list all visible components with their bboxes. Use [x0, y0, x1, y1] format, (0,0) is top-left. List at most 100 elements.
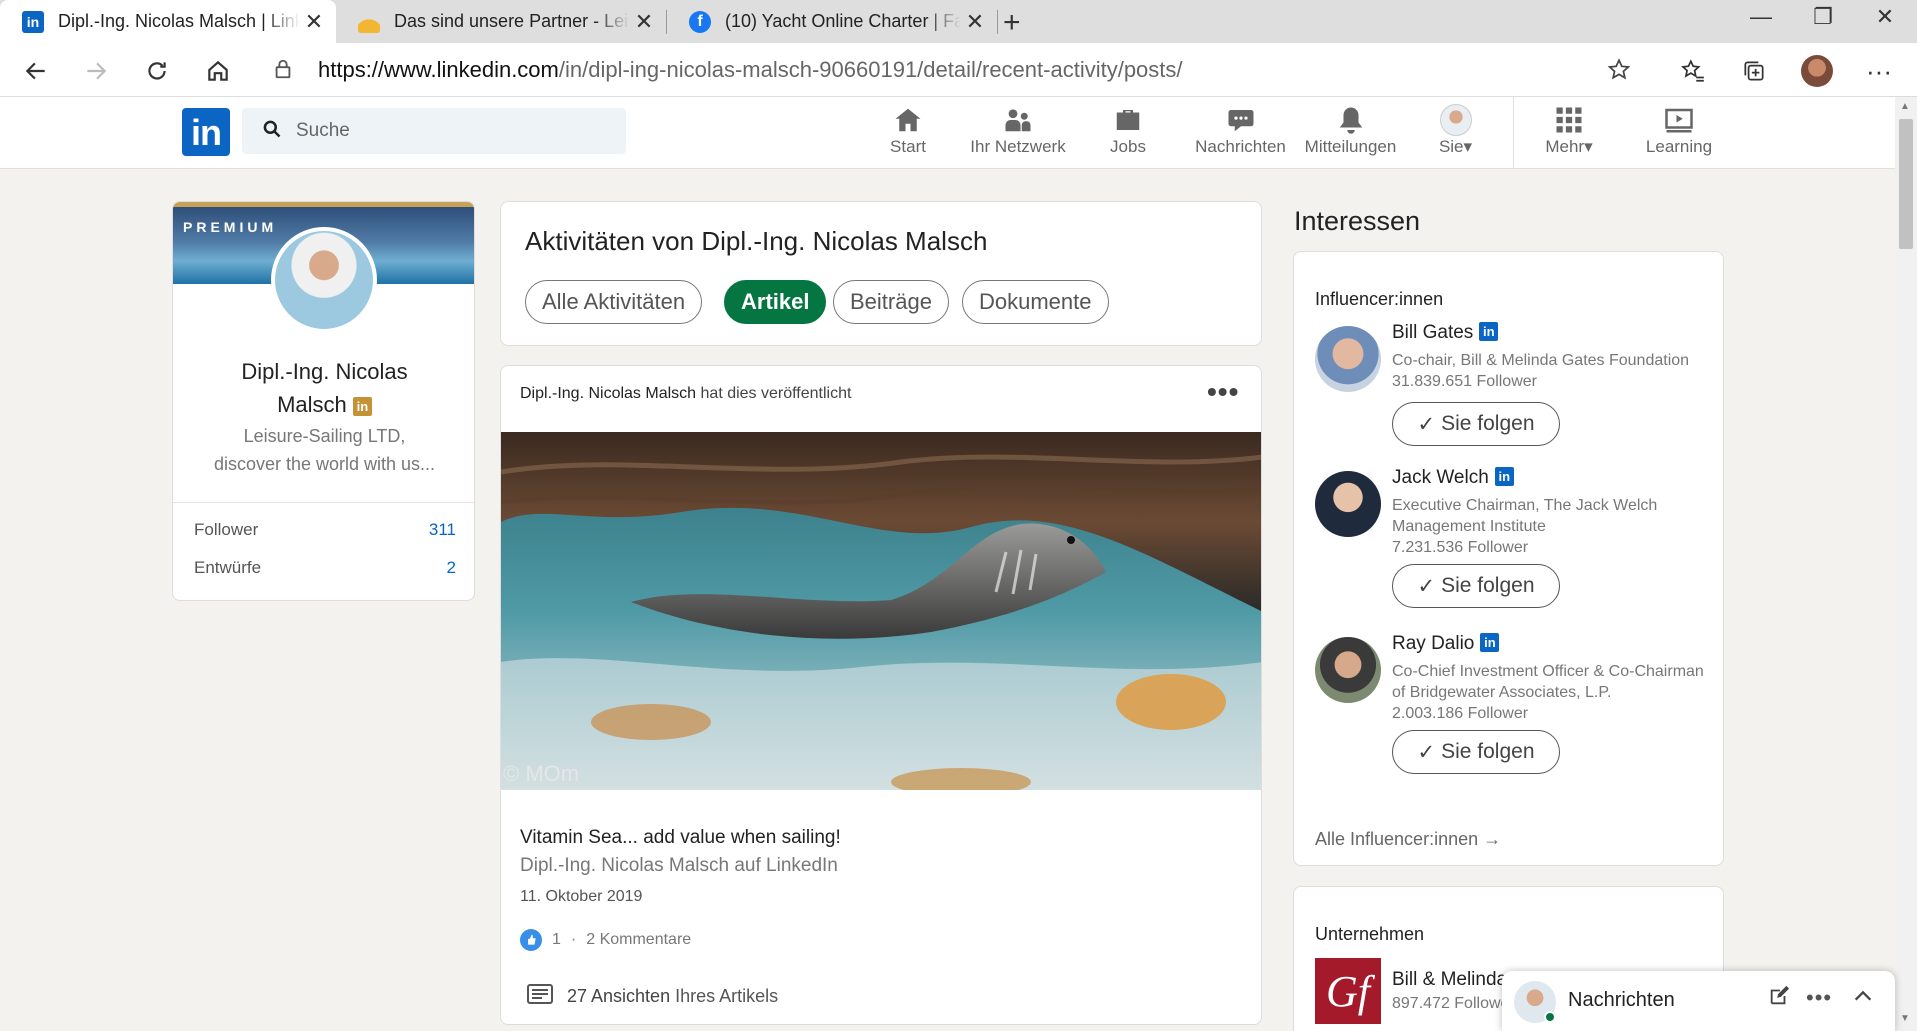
premium-in-badge-icon: in	[352, 396, 372, 416]
analytics-icon	[527, 983, 553, 1010]
messaging-options-icon[interactable]: •••	[1806, 985, 1832, 1011]
filter-posts[interactable]: Beiträge	[833, 280, 949, 324]
browser-profile-avatar[interactable]	[1795, 49, 1839, 93]
back-icon[interactable]	[14, 49, 58, 93]
influencer-avatar[interactable]	[1315, 326, 1381, 392]
stat-drafts[interactable]: Entwürfe 2	[194, 558, 456, 578]
lock-icon[interactable]	[272, 58, 294, 80]
nav-network[interactable]: Ihr Netzwerk	[963, 103, 1073, 157]
article-post-card: Dipl.-Ing. Nicolas Malsch hat dies veröf…	[500, 365, 1262, 1025]
influencer-avatar[interactable]	[1315, 637, 1381, 703]
all-influencers-label: Alle Influencer:innen	[1315, 829, 1479, 849]
headline-line1: Leisure-Sailing LTD,	[243, 426, 406, 446]
filter-all-activities[interactable]: Alle Aktivitäten	[525, 280, 703, 324]
filter-articles[interactable]: Artikel	[724, 280, 827, 324]
nav-messaging[interactable]: Nachrichten	[1183, 103, 1298, 157]
nav-me[interactable]: Sie▾	[1403, 103, 1508, 157]
linkedin-favicon-icon: in	[22, 10, 44, 33]
company-logo[interactable]: Gf	[1315, 958, 1381, 1024]
close-tab-icon[interactable]: ✕	[630, 9, 658, 35]
compose-icon[interactable]	[1768, 985, 1790, 1013]
post-action: hat dies veröffentlicht	[700, 385, 852, 402]
article-image[interactable]: © MOm	[501, 432, 1261, 790]
following-label: Sie folgen	[1441, 740, 1535, 763]
favorites-icon[interactable]	[1671, 49, 1715, 93]
more-menu-icon[interactable]: ···	[1857, 49, 1901, 93]
tab-title: Dipl.-Ing. Nicolas Malsch | LinkedIn	[58, 11, 300, 31]
restore-icon[interactable]: ❐	[1793, 4, 1853, 30]
post-options-icon[interactable]: •••	[1207, 376, 1239, 408]
search-input[interactable]: Suche	[242, 108, 626, 154]
add-favorite-icon[interactable]	[1606, 57, 1632, 83]
linkedin-logo[interactable]: in	[182, 108, 230, 156]
nav-more[interactable]: Mehr▾	[1514, 103, 1624, 157]
social-counts[interactable]: 1 · 2 Kommentare	[520, 929, 691, 951]
nav-start[interactable]: Start	[853, 103, 963, 157]
scroll-up-arrow-icon[interactable]: ▲	[1900, 101, 1910, 112]
influencer-name-text: Bill Gates	[1392, 322, 1474, 343]
influencer-name[interactable]: Jack Welch in	[1392, 467, 1514, 489]
online-status-icon	[1544, 1011, 1556, 1023]
scrollbar-thumb[interactable]	[1899, 119, 1913, 249]
shell-favicon-icon	[358, 10, 380, 33]
influencer-name[interactable]: Bill Gates in	[1392, 322, 1499, 344]
influencer-name-text: Ray Dalio	[1392, 633, 1475, 654]
check-icon: ✓	[1417, 412, 1436, 436]
article-views[interactable]: 27 Ansichten Ihres Artikels	[527, 983, 778, 1010]
tab-facebook[interactable]: f (10) Yacht Online Charter | Facebook ✕	[667, 0, 997, 43]
tab-partner[interactable]: Das sind unsere Partner - Leisure ✕	[336, 0, 666, 43]
learning-icon	[1624, 103, 1734, 137]
post-author[interactable]: Dipl.-Ing. Nicolas Malsch	[520, 385, 696, 402]
profile-photo[interactable]	[271, 227, 377, 333]
premium-label: PREMIUM	[183, 219, 278, 235]
scroll-down-arrow-icon[interactable]: ▼	[1900, 1013, 1910, 1024]
following-button[interactable]: ✓ Sie folgen	[1392, 402, 1560, 446]
tab-linkedin[interactable]: in Dipl.-Ing. Nicolas Malsch | LinkedIn …	[0, 0, 336, 43]
home-icon	[853, 103, 963, 137]
comment-count[interactable]: 2 Kommentare	[586, 931, 691, 949]
stat-follower[interactable]: Follower 311	[194, 520, 456, 540]
chevron-up-icon[interactable]	[1852, 985, 1874, 1013]
new-tab-icon[interactable]: +	[1003, 6, 1021, 40]
close-tab-icon[interactable]: ✕	[300, 9, 328, 35]
nav-jobs[interactable]: Jobs	[1073, 103, 1183, 157]
briefcase-icon	[1073, 103, 1183, 137]
minimize-icon[interactable]: —	[1731, 4, 1791, 30]
headline-line2: discover the world with us...	[213, 454, 436, 474]
messaging-icon	[1183, 103, 1298, 137]
companies-header: Unternehmen	[1315, 924, 1425, 944]
close-window-icon[interactable]: ✕	[1855, 4, 1915, 30]
profile-name-line2: Malsch	[277, 392, 347, 417]
stat-value: 2	[446, 558, 456, 577]
influencer-headline: Co-chair, Bill & Melinda Gates Foundatio…	[1392, 352, 1690, 369]
influencer-name[interactable]: Ray Dalio in	[1392, 633, 1500, 655]
following-button[interactable]: ✓ Sie folgen	[1392, 564, 1560, 608]
forward-icon[interactable]	[74, 49, 118, 93]
home-browser-icon[interactable]	[196, 49, 240, 93]
profile-name[interactable]: Dipl.-Ing. Nicolas Malsch in	[173, 355, 474, 421]
url-field[interactable]: https://www.linkedin.com/in/dipl-ing-nic…	[256, 48, 1656, 92]
all-influencers-link[interactable]: Alle Influencer:innen →	[1315, 829, 1501, 850]
nav-notifications[interactable]: Mitteilungen	[1293, 103, 1408, 157]
stat-label: Entwürfe	[194, 558, 262, 577]
close-tab-icon[interactable]: ✕	[961, 9, 989, 35]
tab-title: (10) Yacht Online Charter | Facebook	[725, 11, 961, 31]
check-icon: ✓	[1417, 574, 1436, 598]
tab-separator	[997, 10, 998, 34]
messaging-overlay[interactable]: Nachrichten •••	[1502, 971, 1895, 1031]
profile-card: PREMIUM Dipl.-Ing. Nicolas Malsch in Lei…	[172, 201, 475, 601]
nav-label: Ihr Netzwerk	[970, 137, 1066, 156]
influencer-headline: Co-Chief Investment Officer & Co-Chairma…	[1392, 663, 1704, 701]
nav-learning[interactable]: Learning	[1624, 103, 1734, 157]
page-scrollbar[interactable]: ▲ ▼	[1895, 97, 1917, 1031]
filter-documents[interactable]: Dokumente	[962, 280, 1109, 324]
following-button[interactable]: ✓ Sie folgen	[1392, 730, 1560, 774]
nav-label: Sie	[1438, 137, 1464, 156]
network-icon	[963, 103, 1073, 137]
influencer-avatar[interactable]	[1315, 471, 1381, 537]
reload-icon[interactable]	[135, 49, 179, 93]
url-text: https://www.linkedin.com/in/dipl-ing-nic…	[318, 57, 1183, 82]
nav-label: Start	[890, 137, 926, 156]
collections-icon[interactable]	[1732, 49, 1776, 93]
article-title[interactable]: Vitamin Sea... add value when sailing!	[520, 827, 841, 849]
